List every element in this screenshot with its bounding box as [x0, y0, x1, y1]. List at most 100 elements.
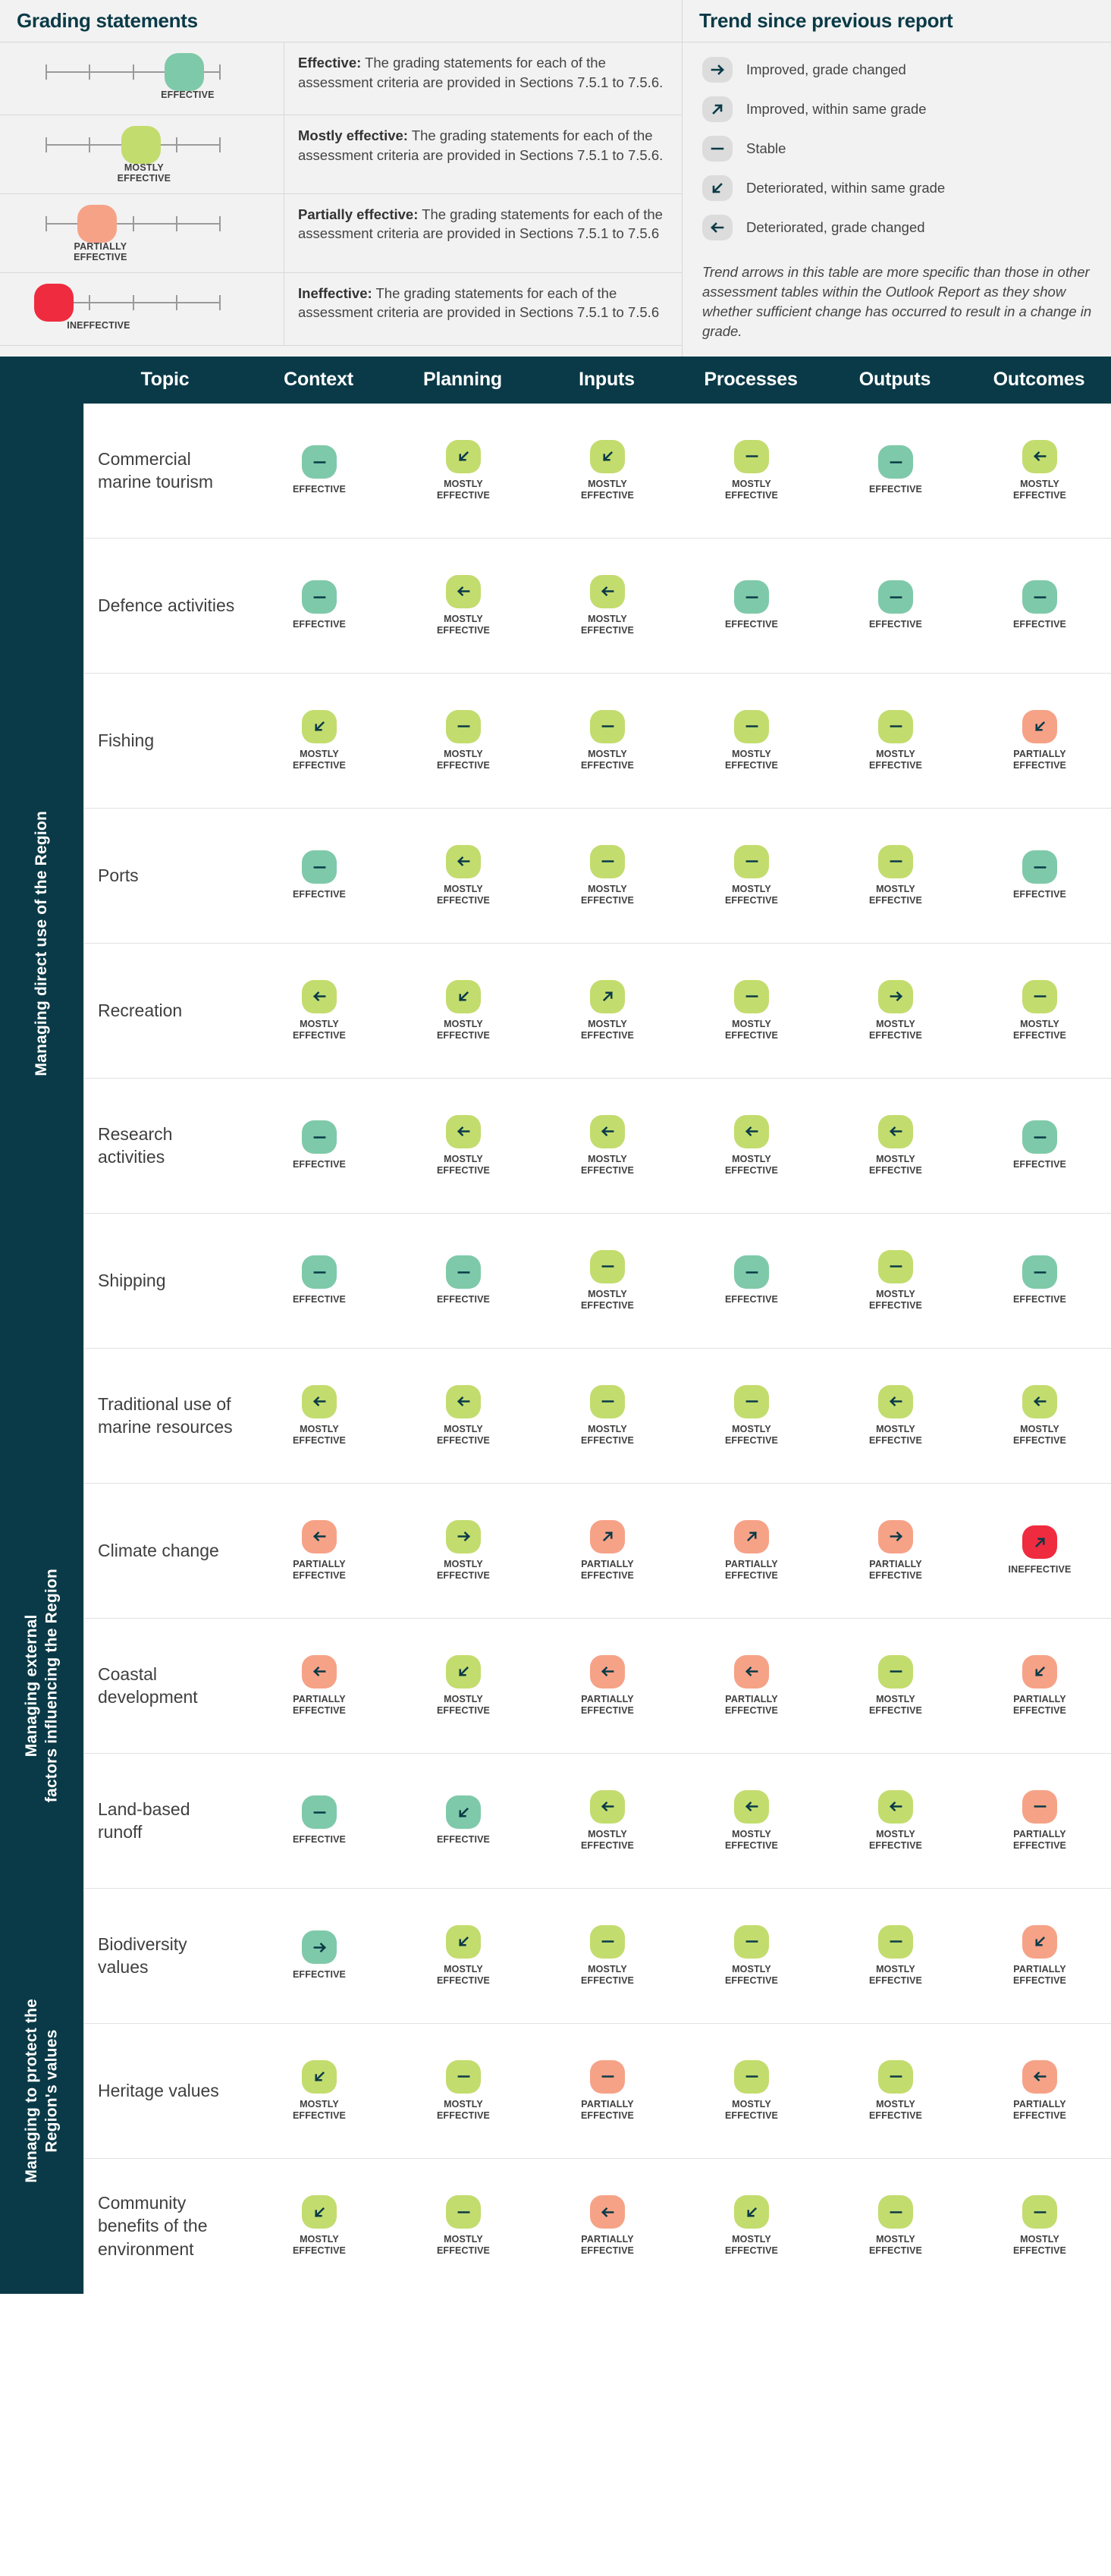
- grade-label: MOSTLY EFFECTIVE: [436, 1693, 491, 1716]
- dash-icon: [745, 1940, 758, 1943]
- table-row: Defence activities EFFECTIVE MOSTLY EFFECTI…: [84, 539, 1111, 674]
- dash-icon: [745, 995, 758, 997]
- table-row: Traditional use of marine resources MOSTL…: [84, 1349, 1111, 1484]
- grade-label: MOSTLY EFFECTIVE: [868, 1693, 923, 1716]
- grade-label: EFFECTIVE: [436, 1834, 491, 1846]
- assessment-cell: MOSTLY EFFECTIVE: [247, 979, 391, 1041]
- grade-label: PARTIALLY EFFECTIVE: [292, 1558, 347, 1581]
- assessment-cell: MOSTLY EFFECTIVE: [679, 1384, 824, 1447]
- legend-panel: Grading statements EFFECTIVE Effective: T…: [0, 0, 1111, 357]
- assessment-cell: EFFECTIVE: [247, 1120, 391, 1170]
- assessment-cell: MOSTLY EFFECTIVE: [535, 1114, 679, 1176]
- dash-icon: [1034, 995, 1046, 997]
- grade-marker: [165, 53, 205, 91]
- grade-badge: [734, 1255, 769, 1290]
- assessment-cell: MOSTLY EFFECTIVE: [535, 1789, 679, 1852]
- assessment-cell: MOSTLY EFFECTIVE: [247, 709, 391, 771]
- grade-label: MOSTLY EFFECTIVE: [868, 748, 923, 771]
- group-label: Managing external factors influencing th…: [0, 1484, 83, 1889]
- table-row: Community benefits of the environment MOS…: [84, 2159, 1111, 2294]
- dash-icon: [745, 595, 758, 598]
- grade-label: EFFECTIVE: [1012, 1294, 1067, 1305]
- assessment-cell: MOSTLY EFFECTIVE: [824, 1114, 968, 1176]
- grade-label: MOSTLY EFFECTIVE: [1012, 2234, 1067, 2257]
- assessment-cell: PARTIALLY EFFECTIVE: [968, 2059, 1111, 2122]
- grade-badge: [734, 2195, 769, 2229]
- grade-badge: [446, 1795, 481, 1830]
- grade-badge: [302, 445, 337, 479]
- trend-legend-list: Improved, grade changed Improved, within …: [683, 42, 1111, 250]
- dash-icon: [890, 1670, 902, 1673]
- assessment-cell: MOSTLY EFFECTIVE: [391, 979, 535, 1041]
- arrow-down-left-icon: [314, 2207, 325, 2217]
- dash-icon: [457, 725, 469, 727]
- grade-badge: [734, 2059, 769, 2094]
- trend-legend-item: Improved, within same grade: [683, 90, 1111, 129]
- grade-badge: [1022, 580, 1057, 614]
- grade-label: PARTIALLY EFFECTIVE: [580, 2098, 635, 2121]
- assessment-cell: PARTIALLY EFFECTIVE: [968, 1789, 1111, 1852]
- table-row: Climate change PARTIALLY EFFECTIVE MOSTLY EF…: [84, 1484, 1111, 1619]
- grade-label: MOSTLY EFFECTIVE: [724, 1423, 779, 1446]
- grade-label: MOSTLY EFFECTIVE: [580, 1423, 635, 1446]
- dash-icon: [1034, 2210, 1046, 2213]
- assessment-cell: MOSTLY EFFECTIVE: [824, 844, 968, 906]
- scale-tick: [176, 137, 177, 152]
- grade-badge: [590, 2195, 625, 2229]
- dash-icon: [745, 1271, 758, 1274]
- scale-tick: [133, 215, 134, 231]
- grade-caption: INEFFECTIVE: [67, 319, 130, 331]
- assessment-cell: EFFECTIVE: [247, 1255, 391, 1305]
- grade-label: MOSTLY EFFECTIVE: [724, 1018, 779, 1041]
- grade-label: MOSTLY EFFECTIVE: [868, 1153, 923, 1176]
- grade-label: MOSTLY EFFECTIVE: [436, 748, 491, 771]
- grade-badge: [446, 709, 481, 743]
- grading-statement-row: MOSTLY EFFECTIVE Mostly effective: The gra…: [0, 115, 682, 194]
- table-header-row: Topic Context Planning Inputs Processes Outpu…: [0, 357, 1111, 404]
- arrow-right-icon: [313, 1942, 326, 1952]
- assessment-cell: MOSTLY EFFECTIVE: [535, 1924, 679, 1987]
- arrow-left-icon: [601, 1667, 614, 1677]
- grade-label: MOSTLY EFFECTIVE: [436, 1963, 491, 1986]
- arrow-up-right-icon: [1034, 1537, 1045, 1547]
- grade-badge: [446, 979, 481, 1013]
- topic-label: Fishing: [98, 730, 155, 750]
- grade-label: EFFECTIVE: [724, 1294, 779, 1305]
- dash-icon: [313, 1136, 325, 1139]
- grade-badge: [734, 439, 769, 473]
- assessment-cell: MOSTLY EFFECTIVE: [679, 1789, 824, 1852]
- dash-icon: [745, 725, 758, 727]
- trend-chip: [702, 136, 733, 162]
- arrow-left-icon: [745, 1667, 758, 1677]
- grade-label: PARTIALLY EFFECTIVE: [724, 1558, 779, 1581]
- assessment-cell: EFFECTIVE: [247, 445, 391, 495]
- grade-marker: [121, 126, 161, 164]
- grade-badge: [590, 1654, 625, 1689]
- assessment-cell: MOSTLY EFFECTIVE: [535, 709, 679, 771]
- topic-label: Recreation: [98, 1000, 183, 1020]
- assessment-cell: MOSTLY EFFECTIVE: [824, 2195, 968, 2257]
- assessment-table: Topic Context Planning Inputs Processes Outpu…: [0, 356, 1111, 2294]
- grade-badge: [590, 1924, 625, 1959]
- assessment-cell: MOSTLY EFFECTIVE: [535, 844, 679, 906]
- grade-label: MOSTLY EFFECTIVE: [580, 1828, 635, 1851]
- assessment-cell: MOSTLY EFFECTIVE: [535, 1384, 679, 1447]
- assessment-cell: MOSTLY EFFECTIVE: [824, 979, 968, 1041]
- dash-icon: [890, 595, 902, 598]
- grade-badge: [734, 1789, 769, 1824]
- arrow-down-left-icon: [1034, 1667, 1045, 1677]
- arrow-left-icon: [457, 586, 469, 597]
- grade-label: EFFECTIVE: [292, 1834, 347, 1846]
- grade-badge: [734, 1114, 769, 1148]
- group-label-text: Managing to protect the Region's values: [22, 1999, 60, 2183]
- dash-icon: [745, 455, 758, 457]
- column-header-planning: Planning: [423, 369, 502, 391]
- grade-badge: [302, 2059, 337, 2094]
- grade-label: MOSTLY EFFECTIVE: [868, 1963, 923, 1986]
- assessment-cell: EFFECTIVE: [968, 850, 1111, 900]
- grade-badge: [302, 1255, 337, 1290]
- assessment-cell: MOSTLY EFFECTIVE: [247, 1384, 391, 1447]
- assessment-cell: PARTIALLY EFFECTIVE: [535, 2195, 679, 2257]
- arrow-left-icon: [889, 1126, 902, 1137]
- grade-label: EFFECTIVE: [292, 889, 347, 900]
